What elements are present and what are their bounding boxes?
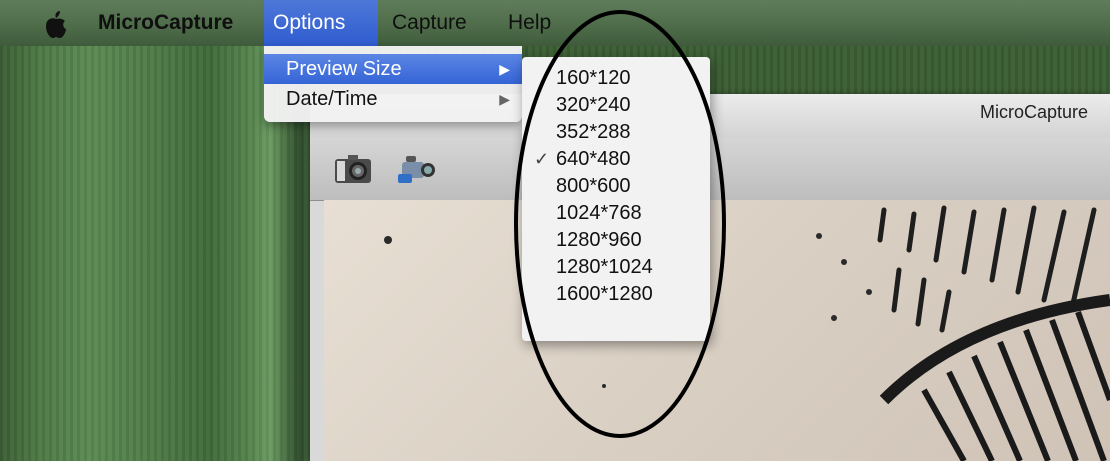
options-menu[interactable]: Options <box>264 0 378 46</box>
size-option-1280x960[interactable]: 1280*960 <box>522 227 710 254</box>
size-option-label: 1024*768 <box>556 202 642 224</box>
size-option-1600x1280[interactable]: 1600*1280 <box>522 281 710 308</box>
app-window: MicroCapture <box>310 94 1110 461</box>
size-option-352x288[interactable]: 352*288 <box>522 119 710 146</box>
app-name-menu[interactable]: MicroCapture <box>88 0 243 46</box>
size-option-label: 1280*1024 <box>556 256 653 278</box>
menu-item-label: Date/Time <box>286 88 378 110</box>
video-camera-button[interactable] <box>396 152 435 186</box>
menu-item-date-time[interactable]: Date/Time ▶ <box>264 84 522 114</box>
checkmark-icon: ✓ <box>534 149 550 169</box>
size-option-320x240[interactable]: 320*240 <box>522 92 710 119</box>
options-dropdown: Preview Size ▶ Date/Time ▶ <box>264 46 522 122</box>
help-menu[interactable]: Help <box>498 0 561 46</box>
window-toolbar <box>310 138 1110 201</box>
size-option-label: 352*288 <box>556 121 631 143</box>
preview-size-submenu: 160*120 320*240 352*288 ✓ 640*480 800*60… <box>522 57 710 341</box>
menu-item-label: Preview Size <box>286 58 402 80</box>
size-option-640x480[interactable]: ✓ 640*480 <box>522 146 710 173</box>
size-option-label: 1280*960 <box>556 229 642 251</box>
size-option-1024x768[interactable]: 1024*768 <box>522 200 710 227</box>
size-option-label: 640*480 <box>556 148 631 170</box>
size-option-label: 1600*1280 <box>556 283 653 305</box>
camera-button[interactable] <box>334 152 372 186</box>
submenu-arrow-icon: ▶ <box>499 61 510 77</box>
camera-preview <box>324 200 1110 461</box>
capture-menu[interactable]: Capture <box>382 0 477 46</box>
preview-image <box>384 205 1110 461</box>
size-option-1280x1024[interactable]: 1280*1024 <box>522 254 710 281</box>
apple-logo-icon <box>46 11 66 39</box>
size-option-label: 800*600 <box>556 175 631 197</box>
apple-menu[interactable] <box>34 0 78 46</box>
size-option-800x600[interactable]: 800*600 <box>522 173 710 200</box>
menu-item-preview-size[interactable]: Preview Size ▶ <box>264 54 522 84</box>
video-camera-icon <box>398 156 435 183</box>
window-title: MicroCapture <box>979 102 1088 122</box>
camera-icon <box>335 155 371 183</box>
submenu-arrow-icon: ▶ <box>499 91 510 107</box>
menu-bar: MicroCapture Options Capture Help <box>0 0 1110 46</box>
size-option-label: 320*240 <box>556 94 631 116</box>
size-option-160x120[interactable]: 160*120 <box>522 65 710 92</box>
size-option-label: 160*120 <box>556 67 631 89</box>
